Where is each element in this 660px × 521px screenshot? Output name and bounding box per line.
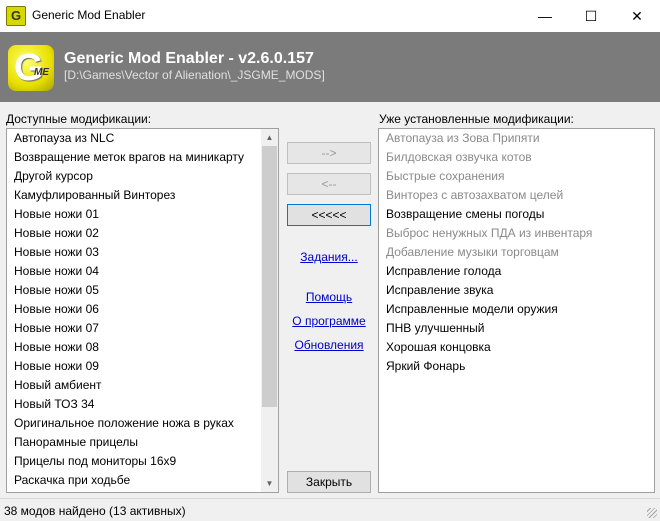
- available-mods-list[interactable]: Автопауза из NLC Возвращение меток врагов…: [6, 128, 279, 493]
- deactivate-all-button[interactable]: <<<<<: [287, 204, 371, 226]
- available-mod-item[interactable]: Другой курсор: [7, 167, 278, 186]
- installed-mod-item[interactable]: Добавление музыки торговцам: [379, 243, 654, 262]
- available-mod-item[interactable]: Новые ножи 01: [7, 205, 278, 224]
- resize-grip-icon[interactable]: [647, 508, 657, 518]
- available-mod-item[interactable]: Новый ТОЗ 34: [7, 395, 278, 414]
- help-link[interactable]: Помощь: [287, 290, 371, 304]
- close-window-button[interactable]: ✕: [614, 0, 660, 32]
- available-mod-item[interactable]: Автопауза из NLC: [7, 129, 278, 148]
- gme-logo: G ME: [8, 45, 54, 91]
- installed-mods-label: Уже установленные модификации:: [379, 112, 574, 126]
- available-mod-item[interactable]: Оригинальное положение ножа в руках: [7, 414, 278, 433]
- minimize-button[interactable]: —: [522, 0, 568, 32]
- maximize-button[interactable]: ☐: [568, 0, 614, 32]
- scroll-up-arrow-icon[interactable]: ▲: [261, 129, 278, 146]
- mods-path: [D:\Games\Vector of Alienation\_JSGME_MO…: [64, 68, 325, 82]
- available-mod-item[interactable]: Новые ножи 04: [7, 262, 278, 281]
- title-bar: G Generic Mod Enabler — ☐ ✕: [0, 0, 660, 32]
- installed-mod-item[interactable]: Исправление голода: [379, 262, 654, 281]
- logo-sub: ME: [34, 67, 49, 78]
- installed-mod-item[interactable]: Исправленные модели оружия: [379, 300, 654, 319]
- app-icon: G: [6, 6, 26, 26]
- app-title: Generic Mod Enabler - v2.6.0.157: [64, 50, 314, 67]
- available-mod-item[interactable]: Новые ножи 05: [7, 281, 278, 300]
- available-mod-item[interactable]: Новый амбиент: [7, 376, 278, 395]
- deactivate-mod-button[interactable]: <--: [287, 173, 371, 195]
- installed-mod-item[interactable]: Возвращение смены погоды: [379, 205, 654, 224]
- vertical-scrollbar[interactable]: ▲ ▼: [261, 129, 278, 492]
- installed-mod-item[interactable]: Исправление звука: [379, 281, 654, 300]
- available-mod-item[interactable]: Новые ножи 03: [7, 243, 278, 262]
- scrollbar-thumb[interactable]: [262, 146, 277, 407]
- status-bar: 38 модов найдено (13 активных): [0, 498, 660, 521]
- about-link[interactable]: О программе: [287, 314, 371, 328]
- available-mod-item[interactable]: Камуфлированный Винторез: [7, 186, 278, 205]
- available-mods-label: Доступные модификации:: [6, 112, 152, 126]
- available-mod-item[interactable]: Возвращение меток врагов на миникарту: [7, 148, 278, 167]
- status-text: 38 модов найдено (13 активных): [4, 504, 186, 518]
- updates-link[interactable]: Обновления: [287, 338, 371, 352]
- close-button[interactable]: Закрыть: [287, 471, 371, 493]
- installed-mod-item[interactable]: ПНВ улучшенный: [379, 319, 654, 338]
- available-mod-item[interactable]: Новые ножи 06: [7, 300, 278, 319]
- installed-mod-item[interactable]: Хорошая концовка: [379, 338, 654, 357]
- installed-mod-item[interactable]: Билдовская озвучка котов: [379, 148, 654, 167]
- available-items: Автопауза из NLC Возвращение меток врагов…: [7, 129, 278, 490]
- available-mod-item[interactable]: Панорамные прицелы: [7, 433, 278, 452]
- available-mod-item[interactable]: Новые ножи 08: [7, 338, 278, 357]
- installed-mod-item[interactable]: Винторез с автозахватом целей: [379, 186, 654, 205]
- window-title: Generic Mod Enabler: [32, 8, 146, 22]
- installed-mod-item[interactable]: Быстрые сохранения: [379, 167, 654, 186]
- tasks-link[interactable]: Задания...: [287, 250, 371, 264]
- available-mod-item[interactable]: Новые ножи 02: [7, 224, 278, 243]
- header-banner: G ME Generic Mod Enabler - v2.6.0.157 [D…: [0, 32, 660, 102]
- available-mod-item[interactable]: Прицелы под мониторы 16х9: [7, 452, 278, 471]
- available-mod-item[interactable]: Новые ножи 07: [7, 319, 278, 338]
- activate-mod-button[interactable]: -->: [287, 142, 371, 164]
- installed-mod-item[interactable]: Яркий Фонарь: [379, 357, 654, 376]
- installed-items: Автопауза из Зова Припяти Билдовская озву…: [379, 129, 654, 376]
- scroll-down-arrow-icon[interactable]: ▼: [261, 475, 278, 492]
- installed-mods-list[interactable]: Автопауза из Зова Припяти Билдовская озву…: [378, 128, 655, 493]
- available-mod-item[interactable]: Раскачка при ходьбе: [7, 471, 278, 490]
- available-mod-item[interactable]: Новые ножи 09: [7, 357, 278, 376]
- installed-mod-item[interactable]: Выброс ненужных ПДА из инвентаря: [379, 224, 654, 243]
- installed-mod-item[interactable]: Автопауза из Зова Припяти: [379, 129, 654, 148]
